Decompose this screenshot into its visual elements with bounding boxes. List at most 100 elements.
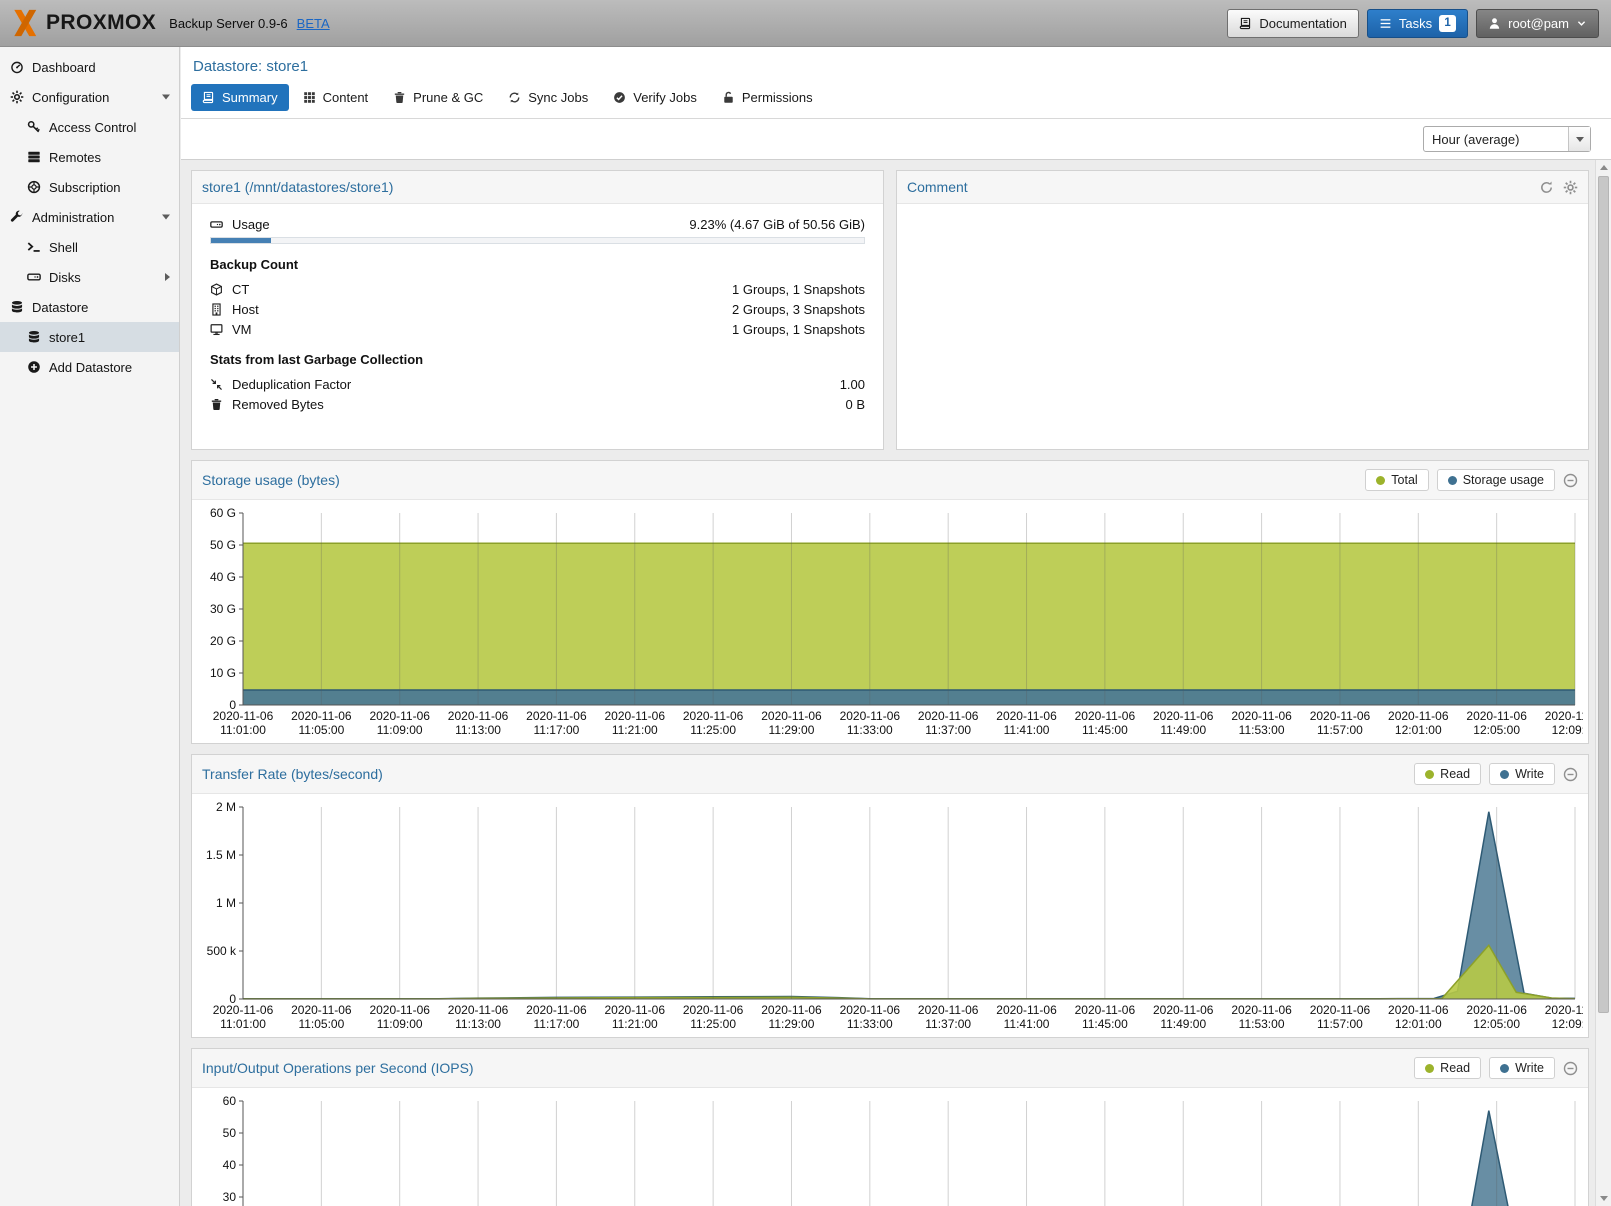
- sidebar-item-store1[interactable]: store1: [0, 322, 179, 352]
- documentation-button[interactable]: Documentation: [1227, 9, 1358, 38]
- sidebar-item-dashboard[interactable]: Dashboard: [0, 52, 179, 82]
- scroll-up-arrow[interactable]: [1596, 160, 1611, 175]
- sidebar-item-disks[interactable]: Disks: [0, 262, 179, 292]
- panel-title: Storage usage (bytes): [202, 472, 340, 488]
- legend-dot: [1376, 476, 1385, 485]
- gauge-icon: [10, 60, 24, 74]
- terminal-icon: [27, 240, 41, 254]
- svg-text:30: 30: [223, 1190, 237, 1204]
- expand-caret[interactable]: [165, 273, 170, 281]
- svg-text:2020-11-0612:01:00: 2020-11-0612:01:00: [1388, 1003, 1449, 1031]
- panel-header: Storage usage (bytes) Total Storage usag…: [192, 461, 1588, 500]
- svg-text:2020-11-0611:49:00: 2020-11-0611:49:00: [1153, 709, 1214, 737]
- usage-progress: [210, 237, 865, 244]
- wrench-icon: [10, 210, 24, 224]
- scrollbar-thumb[interactable]: [1598, 176, 1609, 1013]
- svg-text:30 G: 30 G: [210, 602, 236, 616]
- gear-icon[interactable]: [1563, 180, 1578, 195]
- legend-read[interactable]: Read: [1414, 763, 1481, 785]
- legend-label: Read: [1440, 767, 1470, 781]
- svg-text:2020-11-0611:53:00: 2020-11-0611:53:00: [1231, 709, 1292, 737]
- key-icon: [27, 120, 41, 134]
- sidebar-item-label: Access Control: [49, 120, 136, 135]
- svg-text:2020-11-0611:37:00: 2020-11-0611:37:00: [918, 709, 979, 737]
- support-icon: [27, 180, 41, 194]
- brand-text: PROXMOX: [46, 11, 156, 35]
- proxmox-logo: PROXMOX: [12, 9, 156, 37]
- sidebar-item-configuration[interactable]: Configuration: [0, 82, 179, 112]
- user-icon: [1488, 17, 1501, 30]
- tasks-label: Tasks: [1399, 16, 1432, 31]
- storage-usage-chart-panel: Storage usage (bytes) Total Storage usag…: [191, 460, 1589, 744]
- legend-storage-usage[interactable]: Storage usage: [1437, 469, 1555, 491]
- svg-text:60 G: 60 G: [210, 506, 236, 520]
- cube-icon: [210, 283, 223, 296]
- gc-stats-heading: Stats from last Garbage Collection: [210, 352, 865, 367]
- time-range-value: Hour (average): [1424, 127, 1568, 151]
- legend-write[interactable]: Write: [1489, 763, 1555, 785]
- sidebar-item-access-control[interactable]: Access Control: [0, 112, 179, 142]
- storage-usage-chart: 010 G20 G30 G40 G50 G60 G2020-11-0611:01…: [197, 503, 1583, 743]
- tab-summary[interactable]: Summary: [191, 84, 289, 111]
- user-menu-button[interactable]: root@pam: [1476, 9, 1599, 38]
- svg-text:2020-11-0611:41:00: 2020-11-0611:41:00: [996, 1003, 1057, 1031]
- vm-count-row: VM 1 Groups, 1 Snapshots: [210, 319, 865, 339]
- tab-content[interactable]: Content: [292, 84, 380, 111]
- legend-write[interactable]: Write: [1489, 1057, 1555, 1079]
- sidebar-item-label: Configuration: [32, 90, 109, 105]
- ct-label: CT: [232, 282, 249, 297]
- svg-text:2020-11-0611:13:00: 2020-11-0611:13:00: [448, 1003, 509, 1031]
- collapse-icon[interactable]: [1563, 473, 1578, 488]
- tab-prune-gc[interactable]: Prune & GC: [382, 84, 494, 111]
- sidebar-item-datastore[interactable]: Datastore: [0, 292, 179, 322]
- svg-text:40: 40: [223, 1158, 237, 1172]
- iops-chart: 01020304050602020-11-0611:01:002020-11-0…: [197, 1091, 1583, 1206]
- building-icon: [210, 303, 223, 316]
- sidebar-item-label: store1: [49, 330, 85, 345]
- dedup-label: Deduplication Factor: [232, 377, 351, 392]
- svg-text:2020-11-0611:49:00: 2020-11-0611:49:00: [1153, 1003, 1214, 1031]
- vertical-scrollbar[interactable]: [1595, 160, 1611, 1206]
- tasks-button[interactable]: Tasks 1: [1367, 9, 1468, 38]
- legend-total[interactable]: Total: [1365, 469, 1428, 491]
- tab-verify-jobs[interactable]: Verify Jobs: [602, 84, 708, 111]
- sidebar-item-label: Disks: [49, 270, 81, 285]
- svg-text:2020-11-0611:29:00: 2020-11-0611:29:00: [761, 709, 822, 737]
- sidebar-item-shell[interactable]: Shell: [0, 232, 179, 262]
- time-range-select[interactable]: Hour (average): [1423, 126, 1591, 152]
- tab-label: Content: [323, 90, 369, 105]
- sidebar-item-add-datastore[interactable]: Add Datastore: [0, 352, 179, 382]
- combo-trigger[interactable]: [1568, 127, 1590, 151]
- sidebar-item-administration[interactable]: Administration: [0, 202, 179, 232]
- tab-bar: Summary Content Prune & GC Sync Jobs Ver…: [181, 77, 1611, 118]
- svg-text:2 M: 2 M: [216, 800, 236, 814]
- header: PROXMOX Backup Server 0.9-6 BETA Documen…: [0, 0, 1611, 47]
- ct-count-row: CT 1 Groups, 1 Snapshots: [210, 279, 865, 299]
- sidebar-item-subscription[interactable]: Subscription: [0, 172, 179, 202]
- tab-label: Summary: [222, 90, 278, 105]
- grid-icon: [303, 91, 316, 104]
- chevron-down-icon: [1576, 18, 1587, 29]
- expand-caret[interactable]: [162, 215, 170, 220]
- comment-body[interactable]: [897, 204, 1588, 449]
- iops-chart-panel: Input/Output Operations per Second (IOPS…: [191, 1048, 1589, 1206]
- legend-read[interactable]: Read: [1414, 1057, 1481, 1079]
- sidebar-item-remotes[interactable]: Remotes: [0, 142, 179, 172]
- expand-caret[interactable]: [162, 95, 170, 100]
- legend-label: Total: [1391, 473, 1417, 487]
- reload-icon[interactable]: [1539, 180, 1554, 195]
- tab-permissions[interactable]: Permissions: [711, 84, 824, 111]
- beta-link[interactable]: BETA: [297, 16, 330, 31]
- svg-text:2020-11-0611:57:00: 2020-11-0611:57:00: [1310, 709, 1371, 737]
- gear-icon: [10, 90, 24, 104]
- tab-sync-jobs[interactable]: Sync Jobs: [497, 84, 599, 111]
- collapse-icon[interactable]: [1563, 1061, 1578, 1076]
- chart-legend: Read Write: [1414, 763, 1578, 785]
- plus-circle-icon: [27, 360, 41, 374]
- main-area: Datastore: store1 Summary Content Prune …: [181, 47, 1611, 1206]
- svg-text:2020-11-0611:29:00: 2020-11-0611:29:00: [761, 1003, 822, 1031]
- header-actions: Documentation Tasks 1 root@pam: [1227, 9, 1599, 38]
- scroll-down-arrow[interactable]: [1596, 1191, 1611, 1206]
- host-label: Host: [232, 302, 259, 317]
- collapse-icon[interactable]: [1563, 767, 1578, 782]
